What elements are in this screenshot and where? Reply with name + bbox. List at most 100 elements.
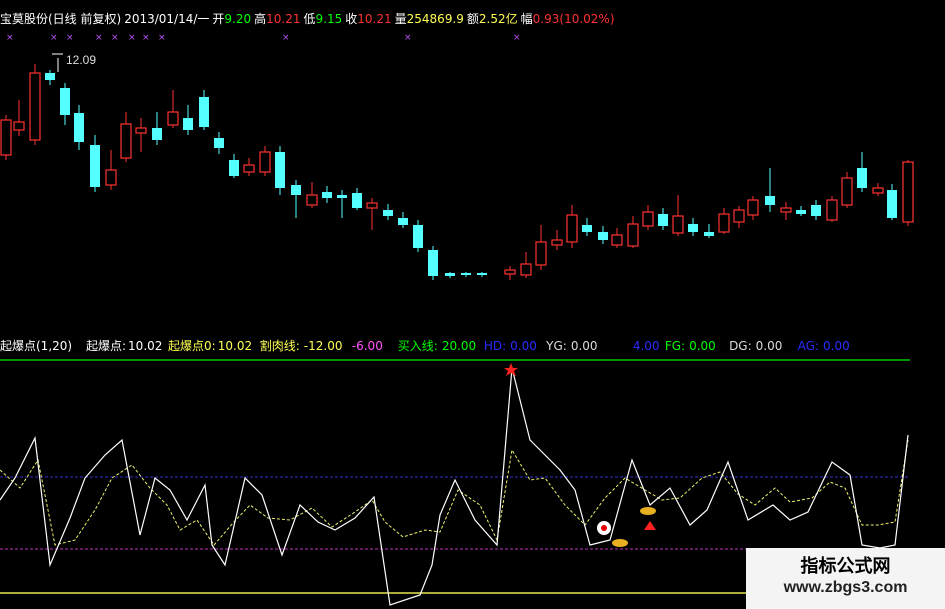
- open-label: 开: [212, 12, 225, 26]
- red-triangle-icon: [644, 521, 656, 530]
- candle-body: [902, 161, 914, 223]
- candle-body: [841, 177, 853, 206]
- candle-body: [582, 225, 592, 232]
- indicator-name: 起爆点(1,20): [0, 339, 73, 353]
- x-marker: ×: [158, 33, 166, 43]
- candle-body: [658, 214, 668, 226]
- indicator-header: 起爆点(1,20) 起爆点: 10.02 起爆点0: 10.02 割肉线: -12.00 -6…: [0, 337, 850, 354]
- candle-body: [704, 232, 714, 236]
- x-marker: ×: [50, 33, 58, 43]
- candle-body: [520, 263, 532, 276]
- yg-label: YG:: [546, 339, 567, 353]
- candle-body: [74, 113, 84, 142]
- gerou-label: 割肉线:: [259, 339, 300, 353]
- candle-body: [672, 215, 684, 234]
- candle-body: [199, 97, 209, 127]
- candle-body: [747, 199, 759, 216]
- x-marker: ×: [282, 33, 290, 43]
- candle-body: [826, 199, 838, 221]
- candle-body: [872, 187, 884, 194]
- low-label: 低: [303, 12, 316, 26]
- candle-body: [135, 127, 147, 134]
- yg-value: 0.00: [570, 339, 598, 353]
- candle-body: [214, 138, 224, 148]
- candle-body: [120, 123, 132, 159]
- candle-body: [60, 88, 70, 115]
- candle-body: [718, 213, 730, 233]
- qbd0-dashed-line: [0, 439, 909, 546]
- candle-body: [337, 195, 347, 198]
- watermark: 指标公式网 www.zbgs3.com: [746, 548, 945, 609]
- dg-label: DG:: [729, 339, 752, 353]
- candle-body: [152, 128, 162, 140]
- high-value: 10.21: [266, 12, 301, 26]
- qbd0-label: 起爆点0:: [168, 339, 216, 353]
- x-marker: ×: [404, 33, 412, 43]
- low-value: 9.15: [315, 12, 343, 26]
- candle-body: [275, 152, 285, 188]
- fg-label: FG:: [664, 339, 686, 353]
- hd-label: HD:: [483, 339, 507, 353]
- candle-body: [259, 151, 271, 173]
- candle-body: [352, 193, 362, 208]
- candle-body: [183, 118, 193, 130]
- change-label: 幅: [520, 12, 533, 26]
- heart-badge-icon: [597, 521, 611, 535]
- volume-value: 254869.9: [406, 12, 464, 26]
- blank1-value: -6.00: [351, 339, 383, 353]
- candle-body: [13, 121, 25, 131]
- chart-canvas[interactable]: × × × × × × × × × × × 12.09: [0, 0, 945, 609]
- qbd-label: 起爆点:: [86, 339, 127, 353]
- buy-label: 买入线:: [397, 339, 438, 353]
- ag-value: 0.00: [823, 339, 850, 353]
- candle-body: [383, 210, 393, 216]
- x-marker: ×: [128, 33, 136, 43]
- fg-value: 0.00: [689, 339, 716, 353]
- candle-body: [857, 168, 867, 188]
- quote-header: 宝莫股份(日线 前复权) 2013/01/14/一 开9.20 高10.21 低9.15…: [0, 10, 618, 26]
- open-value: 9.20: [224, 12, 252, 26]
- candle-body: [366, 202, 378, 209]
- event-markers: × × × × × × × × × × ×: [6, 33, 521, 43]
- quote-date: 2013/01/14/一: [124, 12, 210, 26]
- close-label: 收: [345, 12, 358, 26]
- qbd-value: 10.02: [128, 339, 163, 353]
- candle-body: [229, 160, 239, 176]
- amount-value: 2.52亿: [478, 12, 518, 26]
- candle-body: [105, 169, 117, 186]
- blank2-value: 4.00: [632, 339, 660, 353]
- candle-body: [598, 232, 608, 240]
- x-marker: ×: [6, 33, 14, 43]
- watermark-url: www.zbgs3.com: [783, 579, 908, 596]
- candle-body: [627, 223, 639, 247]
- candle-body: [733, 209, 745, 223]
- candle-body: [780, 207, 792, 213]
- candle-body: [642, 211, 654, 227]
- volume-label: 量: [394, 12, 407, 26]
- gerou-value: -12.00: [303, 339, 343, 353]
- candle-body: [551, 239, 563, 246]
- x-marker: ×: [513, 33, 521, 43]
- candle-body: [611, 234, 623, 246]
- amount-label: 额: [466, 12, 479, 26]
- candle-body: [796, 210, 806, 214]
- change-value: 0.93(10.02%): [532, 12, 615, 26]
- dg-value: 0.00: [755, 339, 783, 353]
- candle-body: [90, 145, 100, 187]
- hd-value: 0.00: [510, 339, 537, 353]
- stock-name: 宝莫股份(日线 前复权): [0, 12, 122, 26]
- candle-body: [0, 119, 12, 156]
- x-marker: ×: [111, 33, 119, 43]
- candle-body: [811, 205, 821, 216]
- candle-body: [887, 190, 897, 218]
- candle-body: [477, 273, 487, 275]
- candle-body: [765, 196, 775, 205]
- candle-body: [535, 241, 547, 266]
- qbd0-value: 10.02: [217, 339, 253, 353]
- watermark-title: 指标公式网: [800, 556, 891, 577]
- candle-body: [413, 225, 423, 248]
- candle-body: [45, 73, 55, 80]
- x-marker: ×: [142, 33, 150, 43]
- candle-body: [688, 224, 698, 232]
- candle-body: [291, 185, 301, 195]
